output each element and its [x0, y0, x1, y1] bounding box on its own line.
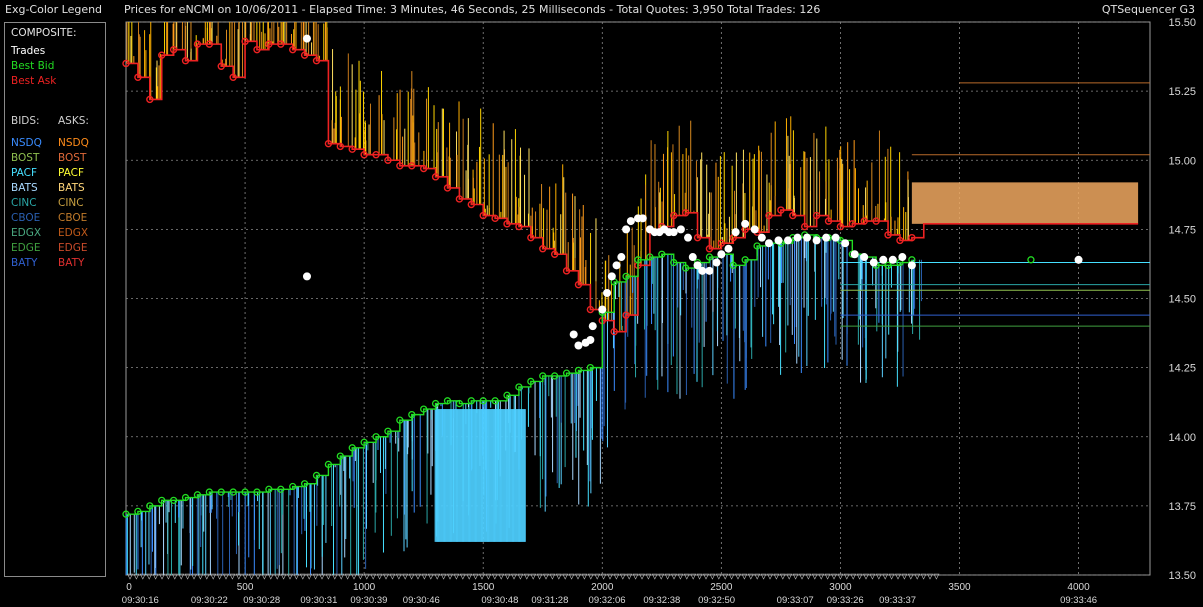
- trade-point: [784, 236, 793, 245]
- trade-point: [757, 233, 766, 242]
- trade-point: [898, 253, 907, 262]
- x-tick-label: 1500: [472, 582, 495, 593]
- best-bid-point: [1027, 256, 1035, 264]
- price-chart: 15.50 15.25 15.00 14.75 14.50 14.25 14.00 13.75…: [122, 17, 1196, 606]
- trade-point: [803, 233, 812, 242]
- trade-point: [302, 34, 311, 43]
- trade-point: [607, 272, 616, 281]
- time-label: 09:32:38: [643, 595, 680, 606]
- trade-point: [841, 239, 850, 248]
- y-tick-label: 14.75: [1168, 224, 1196, 236]
- x-axis: 0 500 1000 1500 2000 2500 3000 3500 4000 09:30:16…: [122, 573, 1097, 606]
- trade-point: [764, 239, 773, 248]
- time-label: 09:30:46: [403, 595, 440, 606]
- time-label: 09:30:28: [243, 595, 280, 606]
- trade-point: [688, 253, 697, 262]
- trade-point: [888, 255, 897, 264]
- trade-point: [712, 258, 721, 267]
- time-label: 09:32:50: [698, 595, 735, 606]
- trade-point: [684, 233, 693, 242]
- trade-point: [574, 341, 583, 350]
- trade-point: [669, 228, 678, 237]
- trade-point: [588, 322, 597, 331]
- trade-point: [569, 330, 578, 339]
- y-tick-label: 13.50: [1168, 570, 1196, 582]
- time-label: 09:30:16: [122, 595, 159, 606]
- trade-point: [638, 214, 647, 223]
- trade-point: [750, 225, 759, 234]
- trade-point: [302, 272, 311, 281]
- x-tick-label: 3000: [829, 582, 852, 593]
- x-tick-label: 4000: [1067, 582, 1090, 593]
- trade-point: [1074, 255, 1083, 264]
- y-tick-label: 14.50: [1168, 294, 1196, 306]
- trade-point: [598, 305, 607, 314]
- x-tick-label: 3500: [948, 582, 971, 593]
- time-label: 09:33:37: [879, 595, 916, 606]
- trade-point: [793, 233, 802, 242]
- y-tick-label: 14.25: [1168, 363, 1196, 375]
- trade-point: [879, 255, 888, 264]
- trade-point: [698, 266, 707, 275]
- trade-point: [586, 335, 595, 344]
- trade-point: [860, 253, 869, 262]
- x-tick-label: 0: [126, 582, 132, 593]
- trade-point: [812, 236, 821, 245]
- trade-point: [626, 217, 635, 226]
- x-tick-label: 2000: [591, 582, 614, 593]
- trade-point: [705, 266, 714, 275]
- y-tick-label: 15.00: [1168, 155, 1196, 167]
- y-tick-label: 15.50: [1168, 17, 1196, 29]
- trade-point: [717, 250, 726, 259]
- time-label: 09:30:48: [481, 595, 518, 606]
- trade-point: [869, 258, 878, 267]
- x-tick-label: 1000: [353, 582, 376, 593]
- time-label: 09:30:39: [350, 595, 387, 606]
- x-tick-label: 2500: [710, 582, 733, 593]
- time-label: 09:33:07: [777, 595, 814, 606]
- trade-point: [617, 253, 626, 262]
- series-layer: [122, 34, 1139, 518]
- trade-point: [622, 225, 631, 234]
- time-label: 09:33:26: [827, 595, 864, 606]
- y-tick-label: 13.75: [1168, 501, 1196, 513]
- y-tick-label: 14.00: [1168, 432, 1196, 444]
- time-label: 09:33:46: [1060, 595, 1097, 606]
- y-tick-label: 15.25: [1168, 86, 1196, 98]
- time-label: 09:31:28: [531, 595, 568, 606]
- x-tick-label: 500: [237, 582, 254, 593]
- trade-point: [741, 219, 750, 228]
- trade-point: [603, 288, 612, 297]
- trade-point: [612, 261, 621, 270]
- trade-point: [731, 228, 740, 237]
- time-label: 09:30:22: [191, 595, 228, 606]
- trade-point: [850, 250, 859, 259]
- y-axis: 15.50 15.25 15.00 14.75 14.50 14.25 14.00 13.75…: [1168, 17, 1196, 582]
- trade-point: [774, 236, 783, 245]
- ask-band: [911, 182, 1139, 224]
- trade-point: [831, 233, 840, 242]
- trade-point: [907, 261, 916, 270]
- time-label: 09:30:31: [300, 595, 337, 606]
- trade-point: [676, 225, 685, 234]
- trade-point: [822, 233, 831, 242]
- time-label: 09:32:06: [589, 595, 626, 606]
- trade-point: [724, 244, 733, 253]
